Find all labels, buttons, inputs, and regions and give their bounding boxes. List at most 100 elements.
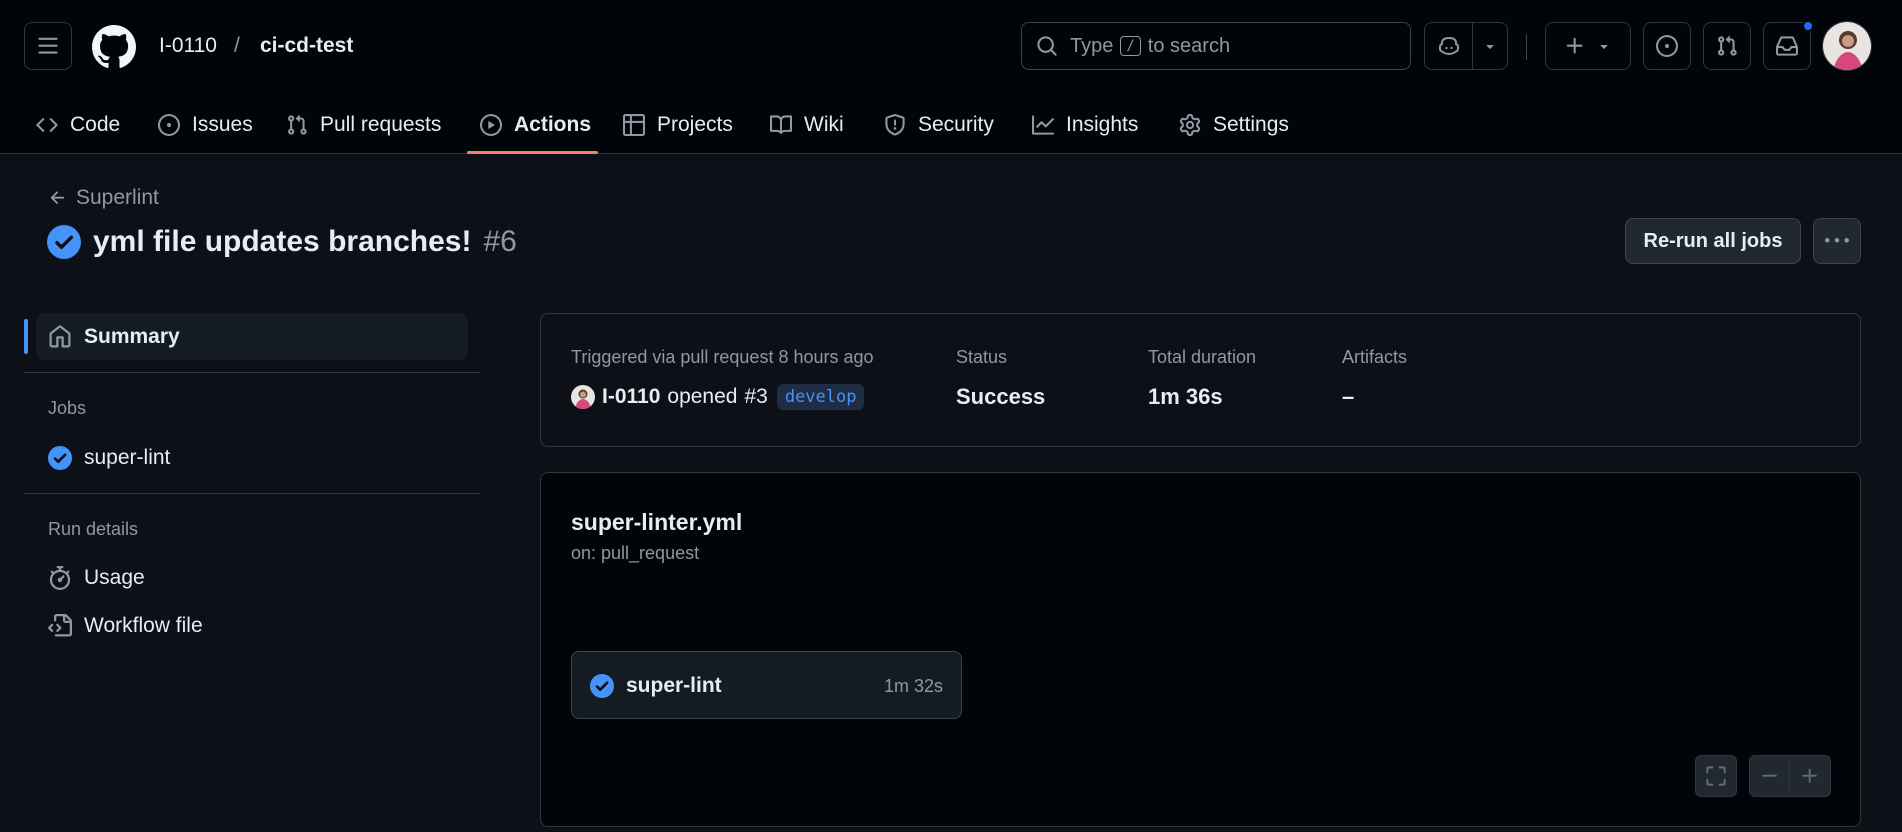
trigger-details: I-0110 opened #3 develop (571, 384, 865, 410)
tab-code-label: Code (70, 113, 121, 136)
create-new-button[interactable] (1545, 22, 1631, 70)
issues-button[interactable] (1643, 22, 1691, 70)
avatar-image-icon (1823, 22, 1871, 70)
workflow-file-name: super-linter.yml (571, 509, 743, 535)
tab-code[interactable]: Code (36, 96, 120, 154)
tab-actions-label: Actions (514, 113, 592, 136)
user-avatar[interactable] (1822, 21, 1872, 71)
sidebar-item-summary[interactable]: Summary (48, 323, 180, 351)
artifacts-label: Artifacts (1342, 347, 1408, 367)
run-number: #6 (483, 225, 517, 258)
repo-nav-tabs: Code Issues Pull requests Actions Projec… (0, 96, 1902, 154)
global-header: I-0110 / ci-cd-test Type / to search Cod… (0, 0, 1902, 154)
graph-icon (1032, 115, 1054, 135)
dash-icon (1762, 774, 1777, 777)
header-top-bar: I-0110 / ci-cd-test Type / to search (0, 0, 1902, 94)
triangle-down-icon (1600, 45, 1608, 49)
search-icon (1037, 36, 1057, 56)
tab-wiki-label: Wiki (804, 113, 844, 136)
copilot-split-button[interactable] (1424, 22, 1508, 70)
sidebar-item-workflow-file-label: Workflow file (84, 614, 203, 637)
tab-pull-requests[interactable]: Pull requests (286, 96, 441, 154)
status-label: Status (956, 347, 1008, 367)
run-title: yml file updates branches! #6 (47, 222, 517, 262)
sidebar-divider (24, 372, 480, 373)
github-logo-icon[interactable] (92, 25, 136, 69)
breadcrumb-repo[interactable]: ci-cd-test (260, 32, 353, 60)
job-node-super-lint[interactable]: super-lint 1m 32s (571, 651, 962, 719)
gear-icon (1179, 114, 1201, 136)
search-input[interactable]: Type / to search (1021, 22, 1411, 70)
tab-insights[interactable]: Insights (1032, 96, 1138, 154)
check-circle-fill-icon (590, 674, 614, 698)
arrow-left-icon (50, 191, 65, 204)
tab-pull-requests-label: Pull requests (320, 113, 442, 136)
home-icon (49, 325, 71, 348)
sidebar-item-workflow-file[interactable]: Workflow file (48, 612, 203, 640)
tab-settings-label: Settings (1213, 113, 1289, 136)
screen-full-icon (1706, 766, 1726, 786)
sidebar-job-label: super-lint (84, 446, 171, 469)
avatar-image-icon (571, 385, 595, 409)
shield-icon (885, 114, 905, 136)
workflow-trigger: on: pull_request (571, 543, 700, 563)
duration-label: Total duration (1148, 347, 1257, 367)
active-tab-indicator (467, 151, 598, 154)
stopwatch-icon (49, 566, 71, 590)
status-value: Success (956, 384, 1046, 409)
trigger-label: Triggered via pull request 8 hours ago (571, 347, 874, 367)
play-icon (480, 114, 502, 136)
table-icon (623, 114, 645, 136)
trigger-action: opened (667, 385, 738, 408)
sidebar-active-indicator (24, 319, 28, 354)
sidebar-heading-run-details: Run details (48, 519, 139, 539)
search-placeholder-suffix: to search (1147, 34, 1231, 57)
tab-issues[interactable]: Issues (158, 96, 253, 154)
fullscreen-button[interactable] (1695, 755, 1737, 797)
actor-link[interactable]: I-0110 (602, 385, 660, 409)
copilot-dropdown-button[interactable] (1473, 23, 1507, 69)
copilot-button[interactable] (1425, 23, 1473, 69)
tab-settings[interactable]: Settings (1179, 96, 1289, 154)
branch-label[interactable]: develop (776, 384, 865, 410)
tab-projects[interactable]: Projects (623, 96, 733, 154)
sidebar-item-job-super-lint[interactable]: super-lint (48, 444, 170, 472)
rerun-all-jobs-button[interactable]: Re-run all jobs (1625, 218, 1801, 264)
job-node-name: super-lint (626, 674, 722, 697)
pull-requests-button[interactable] (1703, 22, 1751, 70)
hamburger-icon (38, 37, 58, 54)
tab-issues-label: Issues (192, 113, 253, 136)
breadcrumb-owner[interactable]: I-0110 (159, 32, 217, 60)
workflow-graph-card: super-linter.yml on: pull_request super-… (540, 472, 1861, 827)
zoom-in-button[interactable] (1790, 756, 1830, 796)
tab-security-label: Security (918, 113, 994, 136)
breadcrumb-separator: / (234, 34, 240, 57)
plus-icon (1566, 37, 1583, 54)
plus-icon (1802, 768, 1817, 783)
header-divider (1526, 34, 1527, 60)
search-shortcut-key: / (1120, 36, 1141, 56)
back-to-workflow-link[interactable]: Superlint (48, 186, 159, 210)
actor-avatar[interactable] (571, 385, 595, 409)
triangle-down-icon (1486, 45, 1494, 49)
sidebar-divider (24, 493, 480, 494)
more-options-button[interactable] (1813, 218, 1861, 264)
run-title-text: yml file updates branches! (93, 225, 472, 258)
tab-wiki[interactable]: Wiki (770, 96, 844, 154)
tab-actions[interactable]: Actions (480, 96, 591, 154)
job-node-duration: 1m 32s (883, 676, 943, 696)
code-icon (36, 118, 58, 132)
pull-request-link[interactable]: #3 (744, 385, 767, 409)
tab-security[interactable]: Security (884, 96, 994, 154)
zoom-out-button[interactable] (1750, 756, 1790, 796)
run-summary-card: Triggered via pull request 8 hours ago I… (540, 313, 1861, 447)
tab-insights-label: Insights (1066, 113, 1139, 136)
tab-projects-label: Projects (657, 113, 733, 136)
book-icon (770, 115, 792, 134)
check-circle-fill-icon (47, 225, 81, 259)
copilot-icon (1438, 36, 1459, 56)
sidebar-item-usage[interactable]: Usage (48, 564, 145, 592)
pull-request-icon (288, 114, 307, 135)
git-pull-request-icon (1718, 35, 1737, 56)
menu-button[interactable] (24, 22, 72, 70)
